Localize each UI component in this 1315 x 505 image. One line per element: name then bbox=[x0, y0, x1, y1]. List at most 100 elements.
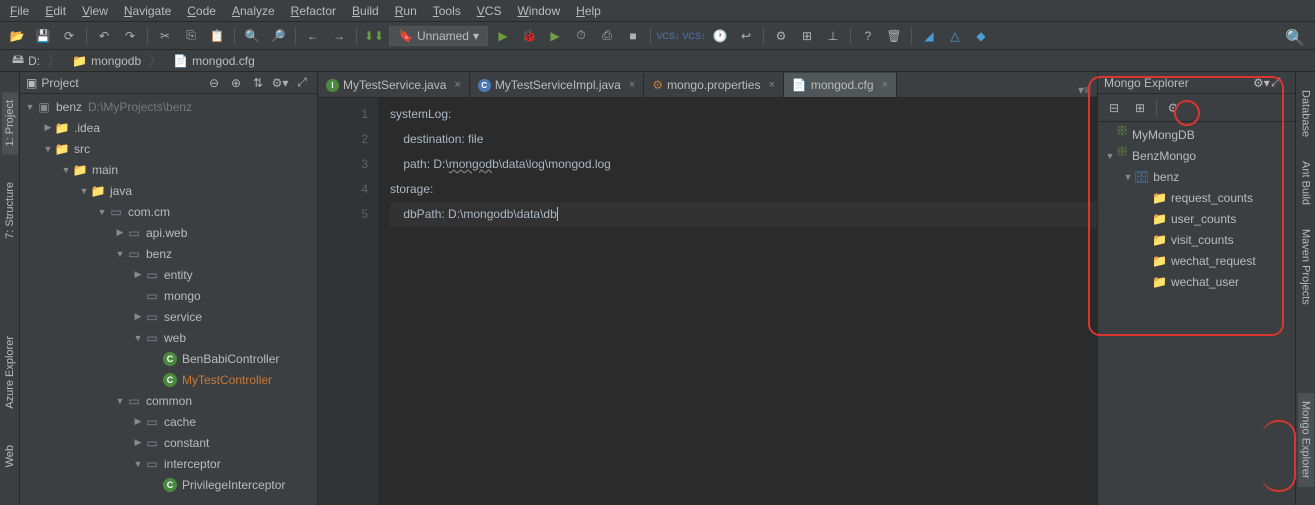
mongo-node-mymongdb[interactable]: 𑗕MyMongDB bbox=[1098, 124, 1295, 145]
gear-icon[interactable]: ⚙▾ bbox=[271, 74, 289, 92]
tab-ant-build[interactable]: Ant Build bbox=[1298, 153, 1314, 213]
find-icon[interactable]: 🔍 bbox=[241, 25, 263, 47]
code-line-4[interactable]: storage: bbox=[390, 177, 1097, 202]
mongo-tree[interactable]: 𑗕MyMongDB▼𑗕BenzMongo▼🗄benz📁request_count… bbox=[1098, 122, 1295, 505]
tab-maven-projects[interactable]: Maven Projects bbox=[1298, 221, 1314, 313]
tree-node-web[interactable]: ▼▭web bbox=[20, 327, 317, 348]
tree-node-mytestcontroller[interactable]: CMyTestController bbox=[20, 369, 317, 390]
tree-arrow-icon[interactable]: ▼ bbox=[1104, 151, 1116, 161]
tree-arrow-icon[interactable]: ▼ bbox=[114, 249, 126, 259]
menu-vcs[interactable]: VCS bbox=[469, 2, 510, 20]
menu-build[interactable]: Build bbox=[344, 2, 387, 20]
menu-tools[interactable]: Tools bbox=[425, 2, 469, 20]
settings-icon[interactable]: ⚙ bbox=[1161, 96, 1185, 120]
crumb-d[interactable]: 🖴D: bbox=[6, 50, 66, 71]
expand-all-icon[interactable]: ⊟ bbox=[1102, 96, 1126, 120]
replace-icon[interactable]: 🔎 bbox=[267, 25, 289, 47]
tree-arrow-icon[interactable]: ▼ bbox=[78, 186, 90, 196]
tree-node-service[interactable]: ▶▭service bbox=[20, 306, 317, 327]
close-icon[interactable]: × bbox=[629, 79, 635, 91]
settings-icon[interactable]: ⚙ bbox=[770, 25, 792, 47]
tree-arrow-icon[interactable]: ▶ bbox=[132, 416, 144, 427]
coverage-icon[interactable]: ▶ bbox=[544, 25, 566, 47]
editor-tab-mytestserviceimpl-java[interactable]: CMyTestServiceImpl.java× bbox=[470, 73, 644, 97]
editor-tab-mongod-cfg[interactable]: 📄mongod.cfg× bbox=[784, 73, 897, 97]
tree-node-api-web[interactable]: ▶▭api.web bbox=[20, 222, 317, 243]
tab-mongo-explorer[interactable]: Mongo Explorer bbox=[1298, 393, 1314, 487]
mongo-node-request-counts[interactable]: 📁request_counts bbox=[1098, 187, 1295, 208]
tree-node-constant[interactable]: ▶▭constant bbox=[20, 432, 317, 453]
code-line-5[interactable]: dbPath: D:\mongodb\data\db bbox=[390, 202, 1097, 227]
tree-node-java[interactable]: ▼📁java bbox=[20, 180, 317, 201]
crumb-mongodcfg[interactable]: 📄mongod.cfg bbox=[167, 54, 269, 68]
menu-view[interactable]: View bbox=[74, 2, 116, 20]
tree-arrow-icon[interactable]: ▼ bbox=[132, 459, 144, 469]
build-icon[interactable]: ⬇⬇ bbox=[363, 25, 385, 47]
vcs-commit-icon[interactable]: VCS↑ bbox=[683, 25, 705, 47]
project-tree[interactable]: ▼▣benzD:\MyProjects\benz▶📁.idea▼📁src▼📁ma… bbox=[20, 94, 317, 505]
tree-arrow-icon[interactable]: ▶ bbox=[132, 269, 144, 280]
run-icon[interactable]: ▶ bbox=[492, 25, 514, 47]
help-icon[interactable]: ? bbox=[857, 25, 879, 47]
target-icon[interactable]: ⊕ bbox=[227, 74, 245, 92]
copy-icon[interactable]: ⎘ bbox=[180, 25, 202, 47]
tree-node-privilegeinterceptor[interactable]: CPrivilegeInterceptor bbox=[20, 474, 317, 495]
menu-help[interactable]: Help bbox=[568, 2, 609, 20]
tree-node-cache[interactable]: ▶▭cache bbox=[20, 411, 317, 432]
code-line-2[interactable]: destination: file bbox=[390, 127, 1097, 152]
tree-node-interceptor[interactable]: ▼▭interceptor bbox=[20, 453, 317, 474]
tree-arrow-icon[interactable]: ▼ bbox=[96, 207, 108, 217]
menu-analyze[interactable]: Analyze bbox=[224, 2, 283, 20]
tree-arrow-icon[interactable]: ▶ bbox=[132, 311, 144, 322]
hide-icon[interactable]: ⤢ bbox=[1271, 75, 1289, 90]
tab-azure-explorer[interactable]: Azure Explorer bbox=[2, 328, 18, 417]
tab-list-icon[interactable]: ▾≡ bbox=[1078, 83, 1091, 97]
azure-deploy-icon[interactable]: △ bbox=[944, 25, 966, 47]
tree-arrow-icon[interactable]: ▼ bbox=[1122, 172, 1134, 182]
redo-icon[interactable]: ↷ bbox=[119, 25, 141, 47]
tab-project[interactable]: 1: Project bbox=[2, 92, 18, 154]
undo-icon[interactable]: ↶ bbox=[93, 25, 115, 47]
tree-node-com-cm[interactable]: ▼▭com.cm bbox=[20, 201, 317, 222]
tree-node--idea[interactable]: ▶📁.idea bbox=[20, 117, 317, 138]
editor-body[interactable]: 12345 systemLog: destination: file path:… bbox=[318, 98, 1097, 505]
autoscroll-icon[interactable]: ⇅ bbox=[249, 74, 267, 92]
collapse-all-icon[interactable]: ⊞ bbox=[1128, 96, 1152, 120]
mongo-node-user-counts[interactable]: 📁user_counts bbox=[1098, 208, 1295, 229]
refresh-icon[interactable]: ⟳ bbox=[58, 25, 80, 47]
tree-arrow-icon[interactable]: ▶ bbox=[114, 227, 126, 238]
tree-node-benbabicontroller[interactable]: CBenBabiController bbox=[20, 348, 317, 369]
gear-icon[interactable]: ⚙▾ bbox=[1253, 76, 1271, 90]
tree-node-mongo[interactable]: ▭mongo bbox=[20, 285, 317, 306]
tree-arrow-icon[interactable]: ▼ bbox=[114, 396, 126, 406]
attach-icon[interactable]: ⎙ bbox=[596, 25, 618, 47]
cut-icon[interactable]: ✂ bbox=[154, 25, 176, 47]
menu-window[interactable]: Window bbox=[509, 2, 568, 20]
azure-icon[interactable]: ◢ bbox=[918, 25, 940, 47]
close-icon[interactable]: × bbox=[768, 79, 774, 91]
mongo-node-benzmongo[interactable]: ▼𑗕BenzMongo bbox=[1098, 145, 1295, 166]
code-line-3[interactable]: path: D:\mongodb\data\log\mongod.log bbox=[390, 152, 1097, 177]
back-icon[interactable]: ← bbox=[302, 25, 324, 47]
menu-refactor[interactable]: Refactor bbox=[283, 2, 344, 20]
tree-arrow-icon[interactable]: ▼ bbox=[42, 144, 54, 154]
code-content[interactable]: systemLog: destination: file path: D:\mo… bbox=[378, 98, 1097, 505]
search-everywhere-icon[interactable]: 🔍 bbox=[1285, 28, 1305, 48]
menu-navigate[interactable]: Navigate bbox=[116, 2, 179, 20]
sdk-icon[interactable]: ⊥ bbox=[822, 25, 844, 47]
mongo-node-wechat-request[interactable]: 📁wechat_request bbox=[1098, 250, 1295, 271]
menu-run[interactable]: Run bbox=[387, 2, 425, 20]
project-structure-icon[interactable]: ⊞ bbox=[796, 25, 818, 47]
tree-node-benz[interactable]: ▼▣benzD:\MyProjects\benz bbox=[20, 96, 317, 117]
save-icon[interactable]: 💾 bbox=[32, 25, 54, 47]
vcs-revert-icon[interactable]: ↩ bbox=[735, 25, 757, 47]
garbage-icon[interactable]: 🗑 bbox=[883, 25, 905, 47]
menu-file[interactable]: File bbox=[2, 2, 37, 20]
azure-publish-icon[interactable]: ◆ bbox=[970, 25, 992, 47]
mongo-node-benz[interactable]: ▼🗄benz bbox=[1098, 166, 1295, 187]
profile-icon[interactable]: ⏱ bbox=[570, 25, 592, 47]
menu-edit[interactable]: Edit bbox=[37, 2, 74, 20]
debug-icon[interactable]: 🐞 bbox=[518, 25, 540, 47]
tree-arrow-icon[interactable]: ▼ bbox=[132, 333, 144, 343]
tree-arrow-icon[interactable]: ▼ bbox=[24, 102, 36, 112]
